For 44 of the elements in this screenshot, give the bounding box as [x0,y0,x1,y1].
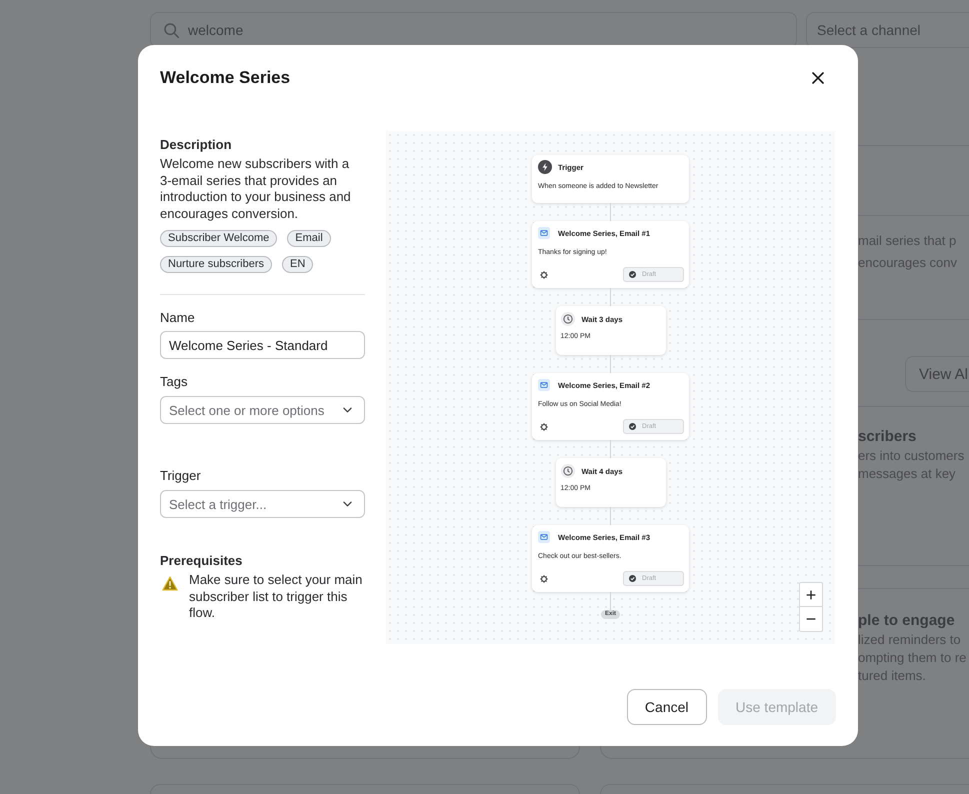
close-icon [812,72,824,84]
card-title: ple to engage [858,611,956,631]
check-circle-icon [629,271,636,278]
description-text: Welcome new subscribers with a 3-email series that provides an introduction to your business and encourages conversion. [160,156,352,222]
cancel-button[interactable]: Cancel [626,689,707,725]
check-circle-icon [629,423,636,430]
connector-line [610,288,611,306]
gear-icon [540,422,548,430]
card-title: scribers [858,427,918,447]
connector-line [610,440,611,458]
chevron-down-icon [343,501,352,507]
tag-chip: EN [282,256,314,273]
name-label: Name [160,310,196,326]
tag-chip: Subscriber Welcome [160,230,278,247]
gear-icon [540,270,548,278]
tag-chip: Nurture subscribers [160,256,272,273]
envelope-icon [538,227,550,239]
trigger-select[interactable]: Select a trigger... [160,490,365,518]
connector-line [610,507,611,525]
tags-label: Tags [160,374,188,390]
description-label: Description [160,137,233,153]
view-button[interactable]: View Al [905,356,969,392]
clock-icon [560,312,574,326]
envelope-icon [538,379,550,391]
name-input[interactable]: Welcome Series - Standard [160,331,365,359]
gear-icon [540,574,548,582]
clock-icon [560,464,574,478]
prerequisites-label: Prerequisites [160,553,244,569]
envelope-icon [538,531,550,543]
connector-line [610,203,611,221]
tags-select[interactable]: Select one or more options [160,396,365,424]
prerequisite-text: Make sure to select your main subscriber list to trigger this flow. [189,572,364,622]
connector-line [610,592,611,610]
connector-line [610,355,611,373]
warning-icon [162,576,178,591]
check-circle-icon [629,575,636,582]
zoom-out-button[interactable]: − [800,607,822,631]
search-icon [164,22,179,38]
chevron-down-icon [343,407,352,413]
zoom-in-button[interactable]: + [800,583,822,607]
dialog-title: Welcome Series [160,67,290,89]
lightning-icon [538,160,552,174]
tag-chip: Email [287,230,331,247]
trigger-label: Trigger [160,468,202,484]
